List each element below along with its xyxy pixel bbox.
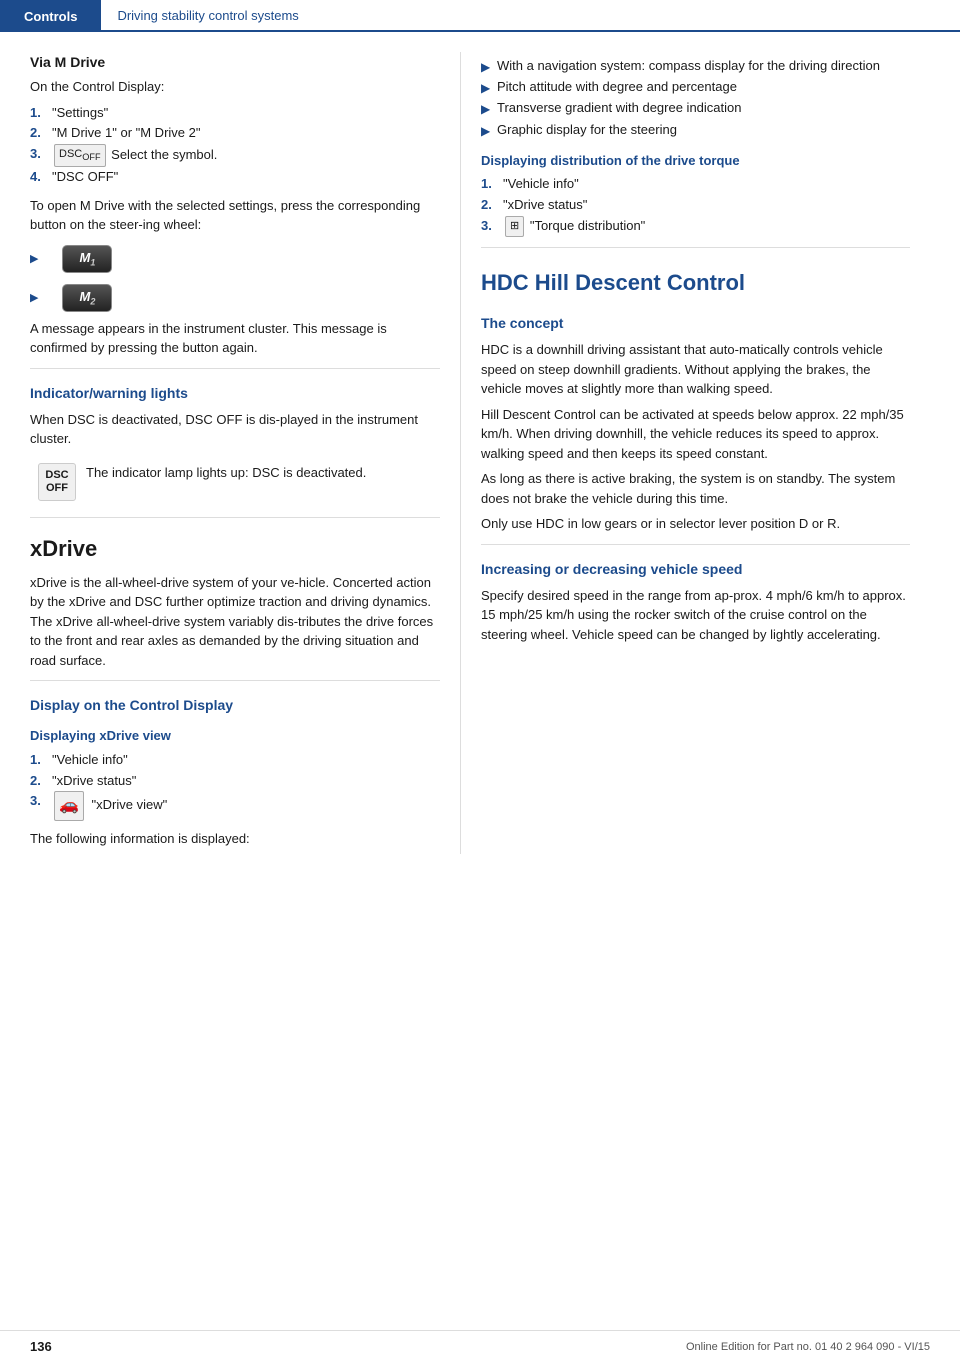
list-item: 1. "Vehicle info"	[30, 750, 440, 771]
left-column: Via M Drive On the Control Display: 1. "…	[0, 52, 460, 854]
list-item: 3. ⊞ "Torque distribution"	[481, 216, 910, 238]
m1-button: M1	[62, 245, 112, 273]
increasing-text: Specify desired speed in the range from …	[481, 586, 910, 645]
list-item: 2. "M Drive 1" or "M Drive 2"	[30, 123, 440, 144]
display-control-heading: Display on the Control Display	[30, 695, 440, 716]
page-number: 136	[30, 1339, 52, 1354]
torque-section: Displaying distribution of the drive tor…	[481, 151, 910, 238]
warning-text: The indicator lamp lights up: DSC is dea…	[86, 463, 366, 483]
bullet-arrow: ▶	[481, 122, 491, 141]
xdrive-view-heading: Displaying xDrive view	[30, 726, 440, 746]
xdrive-section: xDrive xDrive is the all-wheel-drive sys…	[30, 532, 440, 671]
following-info-list: ▶ With a navigation system: compass disp…	[481, 56, 910, 141]
list-item: 3. DSCOFF Select the symbol.	[30, 144, 440, 167]
via-m-drive-section: Via M Drive On the Control Display: 1. "…	[30, 52, 440, 358]
following-text: The following information is displayed:	[30, 829, 440, 849]
bullet-arrow: ▶	[481, 100, 491, 119]
xdrive-heading: xDrive	[30, 532, 440, 565]
torque-heading: Displaying distribution of the drive tor…	[481, 151, 910, 171]
list-item: ▶ Graphic display for the steering	[481, 120, 910, 141]
dsc-warning-icon: DSCOFF	[38, 463, 76, 501]
indicator-section: Indicator/warning lights When DSC is dea…	[30, 383, 440, 507]
indicator-text: When DSC is deactivated, DSC OFF is dis-…	[30, 410, 440, 449]
hdc-para-2: Hill Descent Control can be activated at…	[481, 405, 910, 464]
bullet-arrow: ▶	[481, 58, 491, 77]
torque-icon: ⊞	[505, 216, 524, 238]
xdrive-text: xDrive is the all-wheel-drive system of …	[30, 573, 440, 671]
section-label: Driving stability control systems	[117, 8, 298, 23]
hdc-heading: HDC Hill Descent Control	[481, 266, 910, 299]
message-text: A message appears in the instrument clus…	[30, 319, 440, 358]
list-item: 2. "xDrive status"	[30, 771, 440, 792]
bullet-arrow: ▶	[30, 291, 38, 304]
list-item: 4. "DSC OFF"	[30, 167, 440, 188]
warning-box: DSCOFF The indicator lamp lights up: DSC…	[30, 457, 440, 507]
m-drive-open-text: To open M Drive with the selected settin…	[30, 196, 440, 235]
list-item: 2. "xDrive status"	[481, 195, 910, 216]
page-header: Controls Driving stability control syste…	[0, 0, 960, 32]
xdrive-view-steps: 1. "Vehicle info" 2. "xDrive status" 3. …	[30, 750, 440, 821]
page-content: Via M Drive On the Control Display: 1. "…	[0, 32, 960, 874]
controls-label: Controls	[24, 9, 77, 24]
hdc-para-1: HDC is a downhill driving assistant that…	[481, 340, 910, 399]
torque-steps: 1. "Vehicle info" 2. "xDrive status" 3. …	[481, 174, 910, 237]
m1-button-row: ▶ M1	[30, 241, 440, 277]
page-footer: 136 Online Edition for Part no. 01 40 2 …	[0, 1330, 960, 1362]
footer-info: Online Edition for Part no. 01 40 2 964 …	[686, 1341, 930, 1353]
divider	[30, 517, 440, 518]
divider	[481, 544, 910, 545]
list-item: 1. "Vehicle info"	[481, 174, 910, 195]
dsc-off-icon: DSCOFF	[54, 144, 106, 167]
divider	[30, 680, 440, 681]
list-item: ▶ Pitch attitude with degree and percent…	[481, 77, 910, 98]
divider	[30, 368, 440, 369]
indicator-heading: Indicator/warning lights	[30, 383, 440, 404]
list-item: ▶ Transverse gradient with degree indica…	[481, 98, 910, 119]
m2-button-row: ▶ M2	[30, 280, 440, 316]
car-top-icon: 🚗	[54, 791, 84, 821]
concept-heading: The concept	[481, 313, 910, 334]
via-m-drive-heading: Via M Drive	[30, 52, 440, 73]
list-item: 3. 🚗 "xDrive view"	[30, 791, 440, 821]
bullet-arrow: ▶	[30, 252, 38, 265]
list-item: ▶ With a navigation system: compass disp…	[481, 56, 910, 77]
via-m-drive-steps: 1. "Settings" 2. "M Drive 1" or "M Drive…	[30, 103, 440, 188]
display-control-section: Display on the Control Display Displayin…	[30, 695, 440, 848]
m2-button: M2	[62, 284, 112, 312]
header-section-label: Driving stability control systems	[101, 0, 960, 32]
bullet-arrow: ▶	[481, 79, 491, 98]
hdc-para-3: As long as there is active braking, the …	[481, 469, 910, 508]
hdc-section: HDC Hill Descent Control The concept HDC…	[481, 266, 910, 644]
hdc-para-4: Only use HDC in low gears or in selector…	[481, 514, 910, 534]
increasing-heading: Increasing or decreasing vehicle speed	[481, 559, 910, 580]
header-controls-tab: Controls	[0, 0, 101, 32]
via-m-drive-subtitle: On the Control Display:	[30, 77, 440, 97]
right-column: ▶ With a navigation system: compass disp…	[460, 52, 940, 854]
divider	[481, 247, 910, 248]
list-item: 1. "Settings"	[30, 103, 440, 124]
